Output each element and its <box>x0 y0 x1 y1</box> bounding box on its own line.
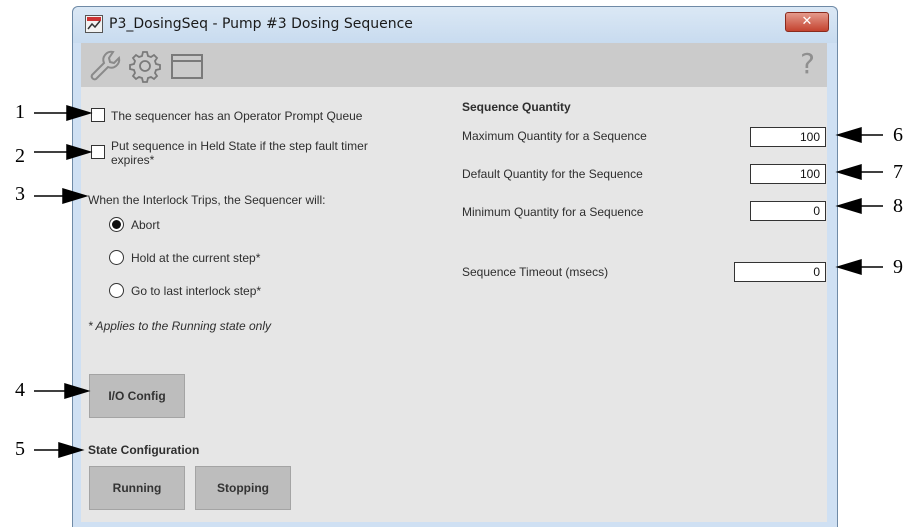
wrench-icon[interactable] <box>87 48 123 84</box>
held-state-label-line1: Put sequence in Held State if the step f… <box>111 139 368 153</box>
arrow-8-head <box>835 197 862 215</box>
window-title: P3_DosingSeq - Pump #3 Dosing Sequence <box>109 16 413 32</box>
arrow-9-head <box>835 258 862 276</box>
interlock-abort-label: Abort <box>131 218 160 232</box>
callout-2: 2 <box>15 145 25 167</box>
title-bar[interactable]: P3_DosingSeq - Pump #3 Dosing Sequence ✕ <box>73 7 837 43</box>
callout-6: 6 <box>893 124 903 146</box>
interlock-label: When the Interlock Trips, the Sequencer … <box>88 193 326 207</box>
window-icon[interactable] <box>169 48 205 84</box>
toolbar: ? <box>81 43 827 87</box>
operator-prompt-queue-checkbox[interactable] <box>91 108 105 122</box>
sequence-timeout-label: Sequence Timeout (msecs) <box>462 265 609 279</box>
running-state-note: * Applies to the Running state only <box>88 319 272 333</box>
sequence-quantity-header: Sequence Quantity <box>462 100 571 114</box>
arrow-6-head <box>835 126 862 144</box>
callout-5: 5 <box>15 438 25 460</box>
held-state-label-line2: expires* <box>111 153 155 167</box>
settings-panel: ? The sequencer has an Operator Prompt Q… <box>81 43 827 522</box>
gear-icon[interactable] <box>127 48 163 84</box>
callout-8: 8 <box>893 195 903 217</box>
dosing-sequence-window: P3_DosingSeq - Pump #3 Dosing Sequence ✕… <box>72 6 838 527</box>
interlock-last-step-radio[interactable] <box>109 283 124 298</box>
help-icon[interactable]: ? <box>800 47 815 80</box>
app-icon <box>85 15 103 33</box>
callout-1: 1 <box>15 101 25 123</box>
max-quantity-input[interactable]: 100 <box>750 127 826 147</box>
interlock-last-step-label: Go to last interlock step* <box>131 284 262 298</box>
state-configuration-header: State Configuration <box>88 443 200 457</box>
interlock-hold-radio[interactable] <box>109 250 124 265</box>
running-button[interactable]: Running <box>89 466 185 510</box>
interlock-hold-label: Hold at the current step* <box>131 251 261 265</box>
io-config-button[interactable]: I/O Config <box>89 374 185 418</box>
interlock-abort-radio[interactable] <box>109 217 124 232</box>
default-quantity-input[interactable]: 100 <box>750 164 826 184</box>
callout-9: 9 <box>893 256 903 278</box>
close-button[interactable]: ✕ <box>785 12 829 32</box>
operator-prompt-queue-label: The sequencer has an Operator Prompt Que… <box>111 109 363 123</box>
default-quantity-label: Default Quantity for the Sequence <box>462 167 643 181</box>
held-state-checkbox[interactable] <box>91 145 105 159</box>
max-quantity-label: Maximum Quantity for a Sequence <box>462 129 647 143</box>
arrow-7-head <box>835 163 862 181</box>
callout-4: 4 <box>15 379 25 401</box>
min-quantity-input[interactable]: 0 <box>750 201 826 221</box>
stopping-button[interactable]: Stopping <box>195 466 291 510</box>
min-quantity-label: Minimum Quantity for a Sequence <box>462 205 644 219</box>
callout-3: 3 <box>15 183 25 205</box>
callout-7: 7 <box>893 161 903 183</box>
sequence-timeout-input[interactable]: 0 <box>734 262 826 282</box>
